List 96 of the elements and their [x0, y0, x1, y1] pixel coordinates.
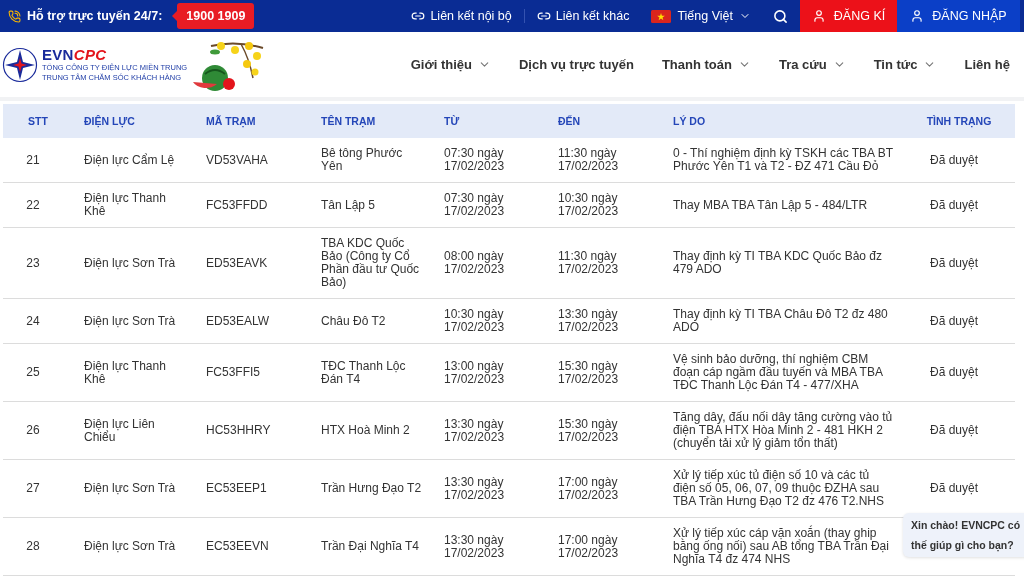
login-button[interactable]: ĐĂNG NHẬP: [897, 0, 1020, 32]
nav-item[interactable]: Tin tức: [859, 57, 951, 72]
table-cell-text: EC53EEVN: [205, 540, 270, 553]
column-header: TÊN TRẠM: [320, 115, 377, 127]
nav-item[interactable]: Giới thiệu: [396, 57, 505, 72]
table-cell-text: FC53FFI5: [205, 366, 261, 379]
top-link[interactable]: Liên kết khác: [524, 9, 642, 23]
brand-name: EVNCPC: [42, 46, 108, 63]
chat-message: thế giúp gì cho bạn?: [911, 539, 1015, 551]
flag-icon: [651, 9, 672, 23]
table-cell-text: VD53VAHA: [205, 153, 269, 167]
table-cell-text: 10:30 ngày 17/02/2023: [557, 192, 620, 218]
nav-item[interactable]: Thanh toán: [647, 57, 765, 72]
table-cell-text: EC53EEP1: [205, 482, 268, 495]
table-cell-text: Điện lực Sơn Trà: [83, 482, 177, 495]
table-cell-text: Trần Hưng Đạo T2: [320, 482, 423, 495]
table-cell-text: 10:30 ngày 17/02/2023: [443, 308, 506, 334]
table-cell-text: Điện lực Liên Chiểu: [83, 417, 156, 444]
table-cell-text: Điện lực Thanh Khê: [83, 359, 167, 386]
table-cell-text: HTX Hoà Minh 2: [320, 424, 411, 437]
table-cell-text: Thay MBA TBA Tân Lập 5 - 484/LTR: [672, 198, 869, 212]
table-cell-text: 07:30 ngày 17/02/2023: [443, 147, 506, 173]
table-cell-text: 17:00 ngày 17/02/2023: [557, 475, 620, 502]
table-cell-text: 21: [25, 153, 41, 167]
table-cell-text: Điện lực Thanh Khê: [83, 192, 167, 218]
table-cell-text: ED53EAVK: [205, 256, 269, 270]
table-cell-text: Đã duyệt: [929, 424, 979, 437]
column-header: ĐIỆN LỰC: [83, 115, 136, 127]
table-cell-text: Điện lực Sơn Trà: [83, 540, 177, 553]
nav-item[interactable]: Liên hệ: [950, 57, 1024, 72]
table-cell-text: 08:00 ngày 17/02/2023: [443, 250, 506, 276]
table-cell-text: Tân Lập 5: [320, 198, 377, 212]
search-icon: [773, 8, 788, 24]
table-cell-text: Điện lực Sơn Trà: [83, 256, 177, 270]
support-label: Hỗ trợ trực tuyến 24/7:: [27, 9, 163, 23]
link-icon: [536, 9, 551, 23]
table-cell-text: TBA KDC Quốc Bảo (Công ty Cổ Phần đầu tư Quốc Bảo): [320, 237, 421, 289]
table-cell-text: Thay định kỳ TI TBA Châu Đô T2 đz 480 ADO: [672, 308, 889, 334]
nav-item[interactable]: Dịch vụ trực tuyến: [505, 57, 648, 72]
table-cell-text: Đã duyệt: [929, 482, 979, 495]
table-cell-text: 25: [25, 366, 41, 379]
table-cell-text: Trần Đại Nghĩa T4: [320, 540, 421, 553]
table-cell-text: Bê tông Phước Yên: [320, 147, 404, 173]
link-icon: [411, 9, 426, 23]
table-cell-text: HC53HHRY: [205, 424, 272, 437]
table-cell-text: 24: [25, 314, 41, 328]
column-header: LÝ DO: [672, 115, 707, 127]
table-cell-text: Điện lực Sơn Trà: [83, 314, 177, 328]
table-cell-text: Thay định kỳ TI TBA KDC Quốc Bảo đz 479 ADO: [672, 250, 883, 276]
user-icon: [811, 9, 826, 23]
table-cell-text: 13:30 ngày 17/02/2023: [557, 308, 620, 334]
table-cell-text: ED53EALW: [205, 314, 271, 328]
table-cell-text: Xử lý tiếp xúc cáp vặn xoắn (thay ghip bằng ống nối) sau AB tổng TBA Trần Đại Nghĩa T4 đz 474 NHS: [672, 527, 890, 566]
chat-message: Xin chào! EVNCPC có: [911, 519, 1022, 531]
table-cell-text: Đã duyệt: [929, 314, 979, 328]
table-cell-text: Vệ sinh bảo dưỡng, thí nghiệm CBM đoạn cáp ngầm đầu tuyến và MBA TBA TĐC Thanh Lộc Đán T4 - 477/XHA: [672, 353, 884, 392]
table-cell-text: Đã duyệt: [929, 153, 979, 167]
table-cell-text: Đã duyệt: [929, 366, 979, 379]
column-header: MÃ TRẠM: [205, 115, 257, 127]
table-cell-text: Châu Đô T2: [320, 314, 387, 328]
table-cell-text: 23: [25, 256, 41, 270]
table-cell-text: Đã duyệt: [929, 198, 979, 212]
top-link[interactable]: Liên kết nội bộ: [399, 9, 524, 23]
table-cell-text: 15:30 ngày 17/02/2023: [557, 417, 620, 444]
chat-bubble[interactable]: Xin chào! EVNCPC có thế giúp gì cho bạn?: [903, 513, 1024, 557]
table-cell-text: 27: [25, 482, 41, 495]
star-logo-icon: [2, 46, 38, 83]
user-icon: [910, 9, 925, 23]
table-cell-text: 28: [25, 540, 41, 553]
table-cell-text: 0 - Thí nghiệm định kỳ TSKH các TBA BT Phước Yên T1 và T2 - ĐZ 471 Cầu Đỏ: [672, 147, 894, 173]
column-header: ĐẾN: [557, 115, 582, 127]
phone-icon: [8, 9, 21, 23]
table-cell-text: Điện lực Cẩm Lệ: [83, 153, 176, 167]
table-cell-text: 11:30 ngày 17/02/2023: [557, 250, 620, 276]
table-cell-text: FC53FFDD: [205, 198, 269, 212]
table-cell-text: Tăng dây, đấu nối dây tăng cường vào tủ điện TBA HTX Hòa Minh 2 - 481 HKH 2 (chuyển tải xử lý giảm tổn thất): [672, 411, 894, 450]
table-cell-text: 11:30 ngày 17/02/2023: [557, 147, 620, 173]
table-cell-text: Xử lý tiếp xúc tủ điện số 10 và các tủ điện số 05, 06, 07, 09 thuộc ĐZHA sau TBA Trần Hưng Đạo T2 đz 476 T2.NHS: [672, 469, 886, 508]
nav-item[interactable]: Tra cứu: [764, 57, 860, 72]
table-cell-text: Đã duyệt: [929, 256, 979, 270]
table-cell-text: 13:30 ngày 17/02/2023: [443, 475, 506, 502]
table-cell-text: 13:30 ngày 17/02/2023: [443, 417, 506, 444]
column-header: TÌNH TRẠNG: [925, 115, 993, 127]
column-header: STT: [27, 115, 49, 127]
hotline-badge[interactable]: 1900 1909: [177, 3, 255, 29]
table-cell-text: 13:30 ngày 17/02/2023: [443, 533, 506, 560]
table-cell-text: 17:00 ngày 17/02/2023: [557, 533, 620, 560]
table-cell-text: 07:30 ngày 17/02/2023: [443, 192, 506, 218]
table-cell-text: 22: [25, 198, 41, 212]
table-cell-text: 26: [25, 424, 41, 437]
table-cell-text: TĐC Thanh Lộc Đán T4: [320, 359, 407, 386]
register-button[interactable]: ĐĂNG KÍ: [800, 0, 897, 32]
table-cell-text: 13:00 ngày 17/02/2023: [443, 359, 506, 386]
table-cell-text: 15:30 ngày 17/02/2023: [557, 359, 620, 386]
language-selector[interactable]: Tiếng Việt: [677, 9, 733, 23]
column-header: TỪ: [443, 115, 461, 127]
